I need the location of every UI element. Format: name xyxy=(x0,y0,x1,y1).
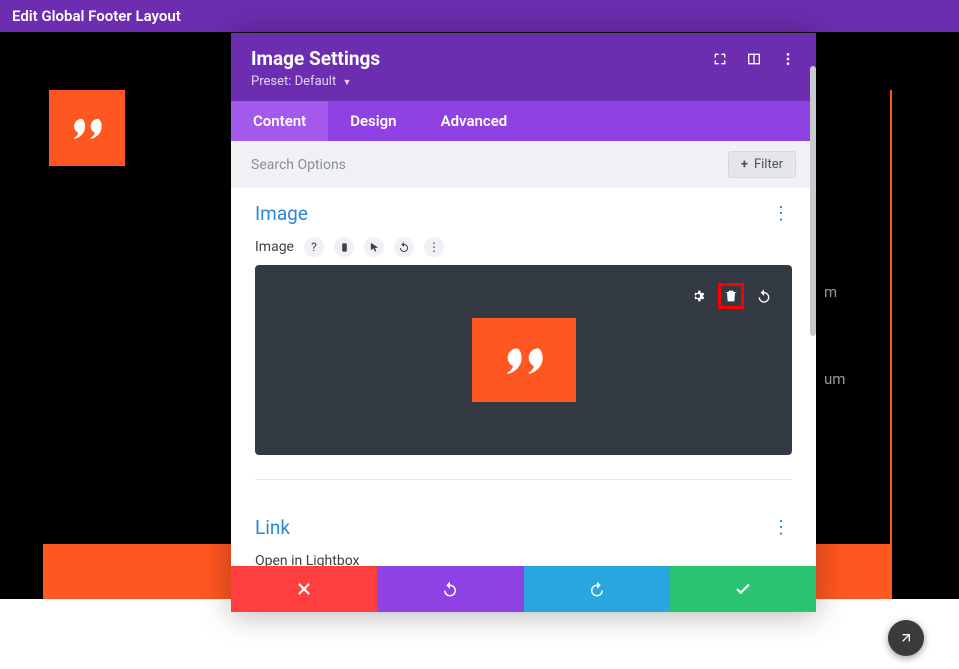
filter-label: Filter xyxy=(754,157,783,172)
bg-text-1: m xyxy=(824,283,837,301)
redo-button[interactable] xyxy=(524,566,670,612)
page-title: Edit Global Footer Layout xyxy=(12,7,181,25)
preview-actions xyxy=(688,283,774,309)
image-section-menu[interactable]: ⋮ xyxy=(770,203,792,224)
scrollbar[interactable] xyxy=(810,66,816,336)
quote-icon xyxy=(496,332,552,388)
modal-header: Image Settings Preset: Default ▼ xyxy=(231,33,816,101)
expand-toggle-button[interactable] xyxy=(888,620,924,656)
cancel-button[interactable] xyxy=(231,566,377,612)
tab-advanced[interactable]: Advanced xyxy=(419,101,530,141)
plus-icon: + xyxy=(741,157,748,172)
quote-icon xyxy=(65,106,109,150)
image-field-row: Image ? ⋮ xyxy=(255,237,792,257)
more-icon[interactable] xyxy=(780,51,796,67)
modal-title: Image Settings xyxy=(251,47,380,70)
image-section: Image ⋮ Image ? ⋮ xyxy=(231,188,816,500)
search-row: Search Options + Filter xyxy=(231,141,816,188)
settings-modal: Image Settings Preset: Default ▼ Content… xyxy=(231,33,816,612)
tab-design[interactable]: Design xyxy=(328,101,418,141)
search-input[interactable]: Search Options xyxy=(251,157,346,173)
tab-content[interactable]: Content xyxy=(231,101,328,141)
help-icon[interactable]: ? xyxy=(304,237,324,257)
panel-body: Image ⋮ Image ? ⋮ xyxy=(231,188,816,566)
undo-button[interactable] xyxy=(377,566,523,612)
image-preview[interactable] xyxy=(255,265,792,455)
columns-icon[interactable] xyxy=(746,51,762,67)
bg-text-2: um xyxy=(824,370,845,388)
section-divider xyxy=(255,479,792,480)
expand-icon[interactable] xyxy=(712,51,728,67)
mobile-icon[interactable] xyxy=(334,237,354,257)
undo-icon[interactable] xyxy=(754,286,774,306)
link-section-menu[interactable]: ⋮ xyxy=(770,517,792,538)
image-field-label: Image xyxy=(255,239,294,255)
save-button[interactable] xyxy=(670,566,816,612)
link-section: Link ⋮ Open in Lightbox NO xyxy=(231,500,816,566)
preset-prefix: Preset: xyxy=(251,74,291,89)
image-section-title: Image xyxy=(255,202,308,225)
vertical-divider xyxy=(890,90,892,544)
footer-quote-image[interactable] xyxy=(49,90,125,166)
top-bar: Edit Global Footer Layout xyxy=(0,0,959,32)
caret-down-icon: ▼ xyxy=(342,78,351,88)
modal-footer xyxy=(231,566,816,612)
field-more-icon[interactable]: ⋮ xyxy=(424,237,444,257)
hover-icon[interactable] xyxy=(364,237,384,257)
preset-value: Default xyxy=(295,74,337,89)
filter-button[interactable]: + Filter xyxy=(728,151,796,178)
trash-icon[interactable] xyxy=(718,283,744,309)
lightbox-label: Open in Lightbox xyxy=(255,553,792,566)
tabs: Content Design Advanced xyxy=(231,101,816,141)
reset-icon[interactable] xyxy=(394,237,414,257)
preview-quote-image xyxy=(472,318,576,402)
link-section-title: Link xyxy=(255,516,290,539)
gear-icon[interactable] xyxy=(688,286,708,306)
preset-selector[interactable]: Preset: Default ▼ xyxy=(251,74,380,89)
